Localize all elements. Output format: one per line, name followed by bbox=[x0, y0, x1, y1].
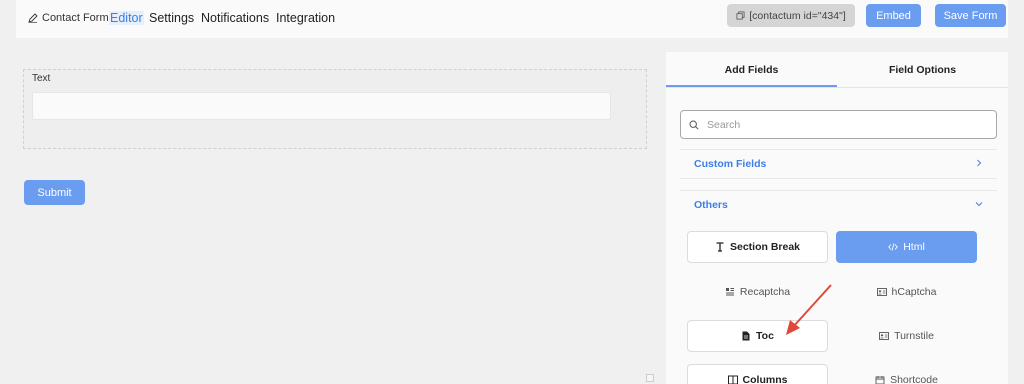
tab-field-options[interactable]: Field Options bbox=[837, 52, 1008, 87]
text-cursor-icon bbox=[716, 242, 724, 252]
field-label: Toc bbox=[756, 330, 774, 342]
active-tab-indicator bbox=[666, 85, 837, 87]
form-field-text[interactable]: Text bbox=[23, 69, 647, 149]
calendar-icon bbox=[875, 376, 885, 384]
chevron-right-icon bbox=[977, 159, 982, 167]
field-label: Html bbox=[903, 241, 925, 253]
shortcode-text: [contactum id="434"] bbox=[749, 9, 846, 22]
text-input-preview[interactable] bbox=[32, 92, 611, 120]
field-recaptcha[interactable]: Recaptcha bbox=[687, 276, 828, 308]
pencil-icon bbox=[28, 13, 38, 23]
embed-button[interactable]: Embed bbox=[866, 4, 921, 27]
grid-icon bbox=[725, 288, 734, 296]
tab-divider bbox=[666, 87, 1008, 88]
divider bbox=[680, 190, 997, 191]
field-label: Turnstile bbox=[894, 330, 934, 342]
section-custom-fields[interactable]: Custom Fields bbox=[680, 151, 997, 177]
section-title: Custom Fields bbox=[694, 158, 767, 170]
nav-notifications[interactable]: Notifications bbox=[201, 11, 269, 25]
field-label: Shortcode bbox=[890, 374, 938, 384]
code-icon bbox=[888, 243, 899, 251]
id-card-icon bbox=[876, 288, 887, 296]
field-section-break[interactable]: Section Break bbox=[687, 231, 828, 263]
field-label: Section Break bbox=[729, 241, 801, 253]
section-title: Others bbox=[694, 199, 728, 211]
field-label: Text bbox=[32, 73, 51, 84]
field-label: Columns bbox=[742, 374, 788, 384]
submit-button[interactable]: Submit bbox=[24, 180, 85, 205]
top-toolbar: Contact Form Editor Settings Notificatio… bbox=[16, 0, 1008, 38]
section-others[interactable]: Others bbox=[680, 192, 997, 218]
id-card-icon bbox=[879, 332, 890, 340]
copy-icon bbox=[736, 11, 745, 20]
divider bbox=[680, 178, 997, 179]
document-icon bbox=[742, 331, 750, 341]
field-html[interactable]: Html bbox=[836, 231, 977, 263]
field-hcaptcha[interactable]: hCaptcha bbox=[836, 276, 977, 308]
resize-handle[interactable] bbox=[646, 374, 654, 382]
search-icon bbox=[689, 119, 699, 130]
chevron-down-icon bbox=[975, 202, 983, 207]
nav-settings[interactable]: Settings bbox=[149, 11, 194, 25]
field-turnstile[interactable]: Turnstile bbox=[836, 320, 977, 352]
field-shortcode[interactable]: Shortcode bbox=[836, 364, 977, 384]
divider bbox=[680, 149, 997, 150]
field-toc[interactable]: Toc bbox=[687, 320, 828, 352]
field-columns[interactable]: Columns bbox=[687, 364, 828, 384]
search-placeholder: Search bbox=[707, 118, 741, 131]
tab-add-fields[interactable]: Add Fields bbox=[666, 52, 837, 87]
save-form-button[interactable]: Save Form bbox=[935, 4, 1006, 27]
field-label: hCaptcha bbox=[891, 286, 937, 298]
nav-integration[interactable]: Integration bbox=[276, 11, 335, 25]
nav-editor[interactable]: Editor bbox=[109, 11, 144, 25]
form-title-text: Contact Form bbox=[42, 12, 109, 24]
columns-icon bbox=[727, 375, 738, 384]
search-field[interactable]: Search bbox=[680, 110, 997, 139]
form-title[interactable]: Contact Form bbox=[28, 12, 109, 24]
copy-shortcode-button[interactable]: [contactum id="434"] bbox=[727, 4, 855, 27]
field-label: Recaptcha bbox=[739, 286, 791, 298]
